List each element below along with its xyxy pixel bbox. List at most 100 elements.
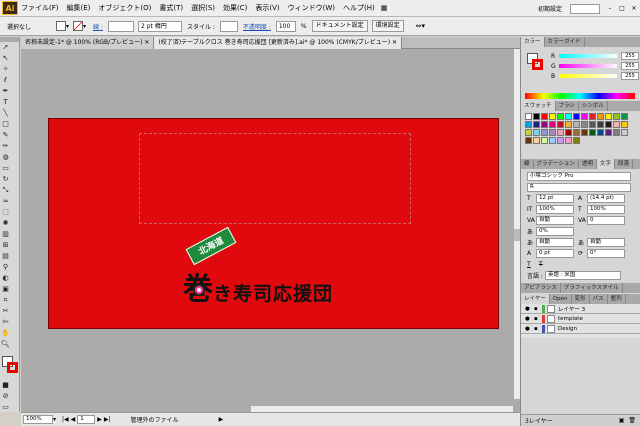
mesh-tool-icon[interactable]: ⊞ <box>1 241 10 250</box>
swatch-chip[interactable] <box>605 121 612 128</box>
canvas[interactable]: 北海道 巻 き寿司応援団 <box>21 49 520 412</box>
swatch-chip[interactable] <box>621 121 628 128</box>
layer-row[interactable]: ● ▪ Design <box>521 324 640 334</box>
swatch-chip[interactable] <box>573 137 580 144</box>
swatch-chip[interactable] <box>565 137 572 144</box>
fill-dropdown[interactable]: ▾ <box>66 23 69 30</box>
swatch-chip[interactable] <box>573 121 580 128</box>
swatch-chip[interactable] <box>581 113 588 120</box>
swatch-chip[interactable] <box>557 129 564 136</box>
tab-color[interactable]: カラー <box>521 37 545 47</box>
swatch-chip[interactable] <box>549 113 556 120</box>
swatch-chip[interactable] <box>613 121 620 128</box>
menu-effect[interactable]: 効果(C) <box>223 3 247 13</box>
underline-icon[interactable]: T <box>527 261 539 268</box>
tab-color-guide[interactable]: カラーガイド <box>545 37 585 47</box>
stroke-label[interactable]: 線 : <box>93 22 103 31</box>
color-stroke-box[interactable] <box>532 59 543 70</box>
preferences-button[interactable]: 環境設定 <box>371 20 404 32</box>
tab-symbols[interactable]: シンボル <box>579 101 608 111</box>
swatch-chip[interactable] <box>533 121 540 128</box>
new-layer-icon[interactable]: ▣ <box>619 417 625 424</box>
horizontal-scrollbar[interactable] <box>251 405 513 412</box>
rectangle-tool-icon[interactable]: □ <box>1 120 10 129</box>
aki-right-field[interactable]: 自動 <box>587 238 625 247</box>
selection-tool-icon[interactable]: ➚ <box>1 43 10 52</box>
swatch-chip[interactable] <box>573 129 580 136</box>
tab-stroke[interactable]: 線 <box>521 159 534 169</box>
swatch-chip[interactable] <box>605 129 612 136</box>
tools-grip[interactable] <box>0 37 19 42</box>
eye-icon[interactable]: ● <box>525 316 534 322</box>
minimize-button[interactable]: – <box>604 5 616 12</box>
free-transform-tool-icon[interactable]: ⬚ <box>1 208 10 217</box>
zoom-field[interactable]: 100% <box>23 415 53 424</box>
font-style-field[interactable]: R <box>527 183 631 192</box>
rotate-tool-icon[interactable]: ↻ <box>1 175 10 184</box>
fill-swatch[interactable] <box>56 21 67 31</box>
swatch-chip[interactable] <box>557 121 564 128</box>
scale-tool-icon[interactable]: ⤡ <box>1 186 10 195</box>
magic-wand-tool-icon[interactable]: ✧ <box>1 65 10 74</box>
layer-name[interactable]: template <box>558 316 583 322</box>
tab-align[interactable]: 整列 <box>608 294 626 304</box>
arrange-icon[interactable]: ⇔▾ <box>416 22 425 30</box>
vertical-scale-field[interactable]: 100% <box>536 205 574 214</box>
status-dropdown[interactable]: ▶ <box>219 416 224 423</box>
eyedropper-tool-icon[interactable]: ⚲ <box>1 263 10 272</box>
slider-track-r[interactable] <box>559 54 617 58</box>
swatch-chip[interactable] <box>565 121 572 128</box>
tab-character[interactable]: 文字 <box>596 159 615 169</box>
tab-paragraph[interactable]: 段落 <box>615 159 633 169</box>
swatch-chip[interactable] <box>621 113 628 120</box>
tab-transform[interactable]: 変形 <box>572 294 590 304</box>
value-g[interactable]: 255 <box>621 62 639 70</box>
warp-tool-icon[interactable]: ≈ <box>1 197 10 206</box>
pencil-tool-icon[interactable]: ✏ <box>1 142 10 151</box>
lasso-tool-icon[interactable]: ℓ <box>1 76 10 85</box>
tab-pathfinder[interactable]: パス <box>590 294 608 304</box>
status-info[interactable]: 管理外のファイル <box>131 415 179 424</box>
swatch-chip[interactable] <box>541 129 548 136</box>
color-spectrum[interactable] <box>525 93 635 99</box>
menu-view[interactable]: 表示(V) <box>255 3 279 13</box>
swatch-chip[interactable] <box>565 129 572 136</box>
page-field[interactable]: 1 <box>77 415 96 424</box>
layer-row[interactable]: ● ▪ レイヤー 3 <box>521 304 640 314</box>
menu-help[interactable]: ヘルプ(H) <box>343 3 375 13</box>
swatch-chip[interactable] <box>597 129 604 136</box>
swatch-chip[interactable] <box>549 129 556 136</box>
type-tool-icon[interactable]: T <box>1 98 10 107</box>
swatch-chip[interactable] <box>613 129 620 136</box>
stroke-swatch[interactable] <box>73 21 84 31</box>
crop-tool-icon[interactable]: ⌗ <box>1 296 10 305</box>
horizontal-scale-field[interactable]: 100% <box>587 205 625 214</box>
workspace-switcher[interactable]: 初期設定 <box>538 4 562 13</box>
swatch-chip[interactable] <box>581 129 588 136</box>
menu-edit[interactable]: 編集(E) <box>67 3 91 13</box>
lock-icon[interactable]: ▪ <box>534 326 542 332</box>
search-field[interactable] <box>570 3 600 14</box>
tab-transparency[interactable]: 透明 <box>579 159 597 169</box>
swatch-chip[interactable] <box>533 113 540 120</box>
tab-brushes[interactable]: ブラシ <box>556 101 579 111</box>
swatch-chip[interactable] <box>589 129 596 136</box>
document-setup-button[interactable]: ドキュメント設定 <box>311 20 368 32</box>
tab-open[interactable]: Open <box>550 294 572 304</box>
stroke-dropdown[interactable]: ▾ <box>83 23 86 30</box>
blend-tool-icon[interactable]: ◐ <box>1 274 10 283</box>
swatch-chip[interactable] <box>597 113 604 120</box>
swatch-chip[interactable] <box>525 137 532 144</box>
zoom-tool-icon[interactable]: 🔍︎ <box>1 340 10 349</box>
next-page-icon[interactable]: ▶ <box>97 416 102 423</box>
value-b[interactable]: 255 <box>621 72 639 80</box>
style-field[interactable] <box>219 20 238 32</box>
tab-graphic-styles[interactable]: グラフィックスタイル <box>561 283 623 293</box>
swatch-chip[interactable] <box>557 113 564 120</box>
kerning-field[interactable]: 自動 <box>536 216 574 225</box>
opacity-label[interactable]: 不透明度 : <box>243 22 271 31</box>
language-field[interactable]: 英語 : 米国 <box>544 271 621 280</box>
swatch-chip[interactable] <box>613 113 620 120</box>
none-mode-icon[interactable]: ⊘ <box>1 392 10 401</box>
swatch-chip[interactable] <box>589 113 596 120</box>
